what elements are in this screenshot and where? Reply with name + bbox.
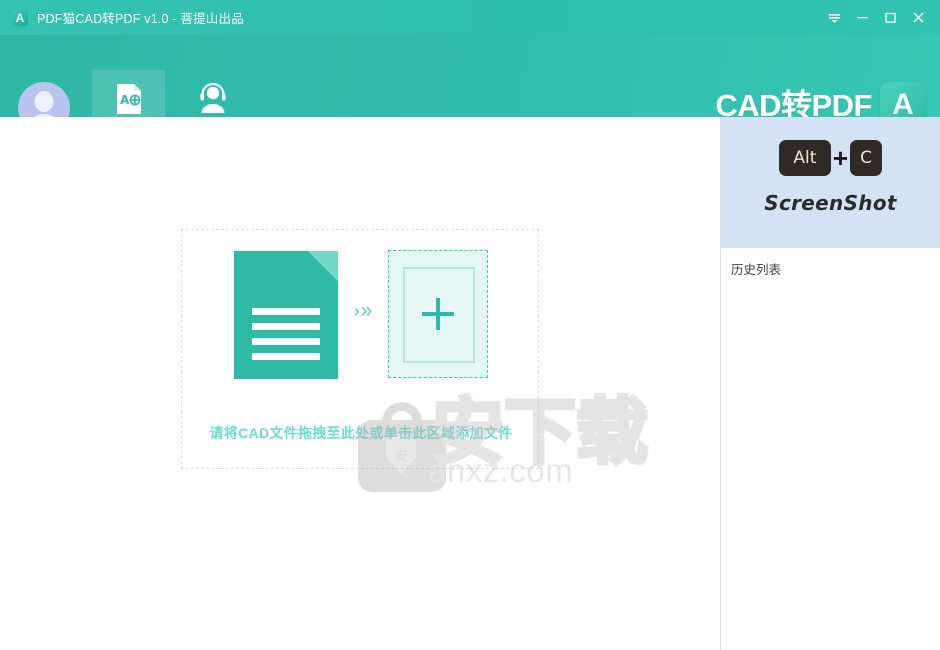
headset-support-icon (197, 82, 229, 116)
application-window: A PDF猫CAD转PDF v1.0 - 菩提山出品 (0, 0, 940, 650)
plus-icon (422, 298, 454, 330)
dropzone-graphics: › » (182, 248, 540, 398)
maximize-icon[interactable] (876, 0, 904, 35)
shortcut-keys: Alt + C (721, 140, 940, 176)
app-header: A CAD转PDF 人工服务 (0, 35, 940, 117)
document-icon (234, 251, 338, 379)
arrow-double: » (361, 300, 373, 321)
avatar-head (35, 91, 54, 112)
key-c: C (850, 140, 882, 176)
dropzone-hint: 请将CAD文件拖拽至此处或单击此区域添加文件 (182, 423, 540, 443)
menu-icon[interactable] (820, 0, 848, 35)
window-title: PDF猫CAD转PDF v1.0 - 菩提山出品 (37, 8, 244, 27)
brand-text: CAD转PDF (715, 90, 872, 121)
svg-text:A: A (120, 93, 130, 107)
file-dropzone[interactable]: › » 请将CAD文件拖拽至此处或单击此区域添加文件 (181, 229, 539, 469)
arrow-single: › (354, 302, 360, 319)
title-bar: A PDF猫CAD转PDF v1.0 - 菩提山出品 (0, 0, 940, 35)
window-controls (820, 0, 940, 35)
close-icon[interactable] (904, 0, 932, 35)
document-line (252, 353, 320, 360)
history-list[interactable] (721, 282, 940, 650)
drop-target-box[interactable] (388, 250, 488, 378)
history-list-label: 历史列表 (731, 259, 781, 278)
key-alt: Alt (779, 140, 831, 176)
minimize-icon[interactable] (848, 0, 876, 35)
cad-to-pdf-icon: A (114, 82, 144, 116)
document-line (252, 308, 320, 315)
document-line (252, 338, 320, 345)
screenshot-ad-title: ScreenShot (721, 191, 940, 215)
document-line (252, 323, 320, 330)
app-logo-icon: A (12, 10, 28, 26)
main-content: › » 请将CAD文件拖拽至此处或单击此区域添加文件 安 安下载 anxz.co… (0, 117, 720, 650)
brand-badge-letter: A (892, 90, 914, 120)
screenshot-ad-banner[interactable]: Alt + C ScreenShot (721, 117, 940, 248)
transfer-arrow-icon: › » (354, 300, 372, 321)
key-plus-symbol: + (833, 145, 848, 171)
right-panel: Alt + C ScreenShot 历史列表 (720, 117, 940, 650)
